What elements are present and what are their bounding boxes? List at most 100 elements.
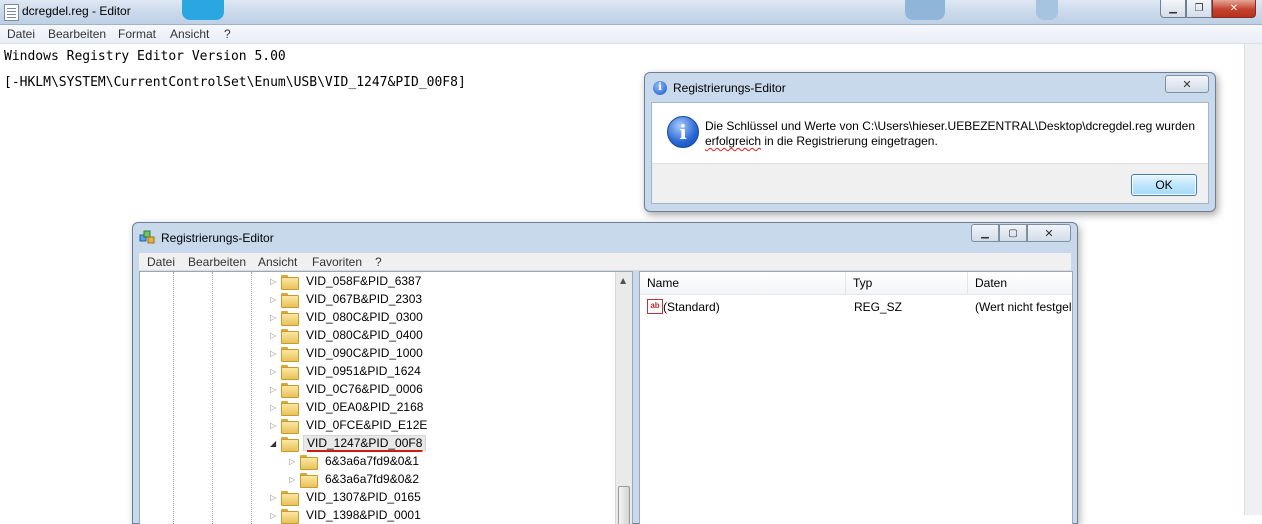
collapsed-arrow-icon[interactable]: ▷: [270, 421, 278, 430]
folder-icon: [281, 509, 299, 524]
collapsed-arrow-icon[interactable]: ▷: [270, 349, 278, 358]
tree-node-label: VID_0EA0&PID_2168: [306, 400, 424, 414]
maximize-icon: ▢: [1008, 227, 1018, 239]
collapsed-arrow-icon[interactable]: ▷: [270, 313, 278, 322]
close-button[interactable]: ✕: [1212, 0, 1256, 18]
menu-ansicht[interactable]: Ansicht: [170, 27, 209, 41]
tree-node-label: VID_090C&PID_1000: [306, 346, 423, 360]
tree-node-label: 6&3a6a7fd9&0&1: [325, 454, 420, 468]
dialog-body: i Die Schlüssel und Werte von C:\Users\h…: [651, 102, 1209, 204]
background-app-icon: [1036, 0, 1058, 20]
scrollbar-thumb[interactable]: [618, 486, 630, 524]
tree-node-label: VID_1307&PID_0165: [306, 490, 421, 504]
information-icon: i: [667, 116, 699, 148]
tree-node-label: VID_1247&PID_00F8: [303, 435, 427, 451]
collapsed-arrow-icon[interactable]: ▷: [270, 331, 278, 340]
minimize-button[interactable]: ▁: [971, 224, 999, 242]
folder-icon: [281, 365, 299, 380]
folder-icon: [300, 455, 318, 470]
collapsed-arrow-icon[interactable]: ▷: [270, 277, 278, 286]
notepad-text-area[interactable]: Windows Registry Editor Version 5.00 [-HK…: [4, 44, 466, 96]
menu-ansicht[interactable]: Ansicht: [258, 255, 297, 269]
maximize-button[interactable]: ▢: [999, 224, 1027, 242]
notepad-title: dcregdel.reg - Editor: [22, 4, 131, 18]
tree-node-label: VID_0951&PID_1624: [306, 364, 421, 378]
collapsed-arrow-icon[interactable]: ▷: [270, 385, 278, 394]
text-line: [-HKLM\SYSTEM\CurrentControlSet\Enum\USB…: [4, 75, 466, 90]
close-icon: ✕: [1229, 3, 1239, 14]
maximize-button[interactable]: ❐: [1186, 0, 1212, 18]
regedit-app-icon: [139, 230, 155, 244]
minimize-button[interactable]: ▁: [1160, 0, 1186, 18]
regedit-menubar: Datei Bearbeiten Ansicht Favoriten ?: [139, 253, 1071, 271]
info-icon: i: [653, 81, 667, 95]
collapsed-arrow-icon[interactable]: ▷: [289, 457, 297, 466]
registry-tree: ▷ VID_058F&PID_6387 ▷ VID_067B&PID_2303 ▷ VID…: [139, 271, 633, 524]
tree-guide-line: [173, 272, 174, 524]
regedit-title: Registrierungs-Editor: [161, 231, 274, 245]
notepad-menubar: Datei Bearbeiten Format Ansicht ?: [0, 25, 1262, 44]
expanded-arrow-icon[interactable]: ◢: [270, 439, 278, 448]
menu-datei[interactable]: Datei: [147, 255, 175, 269]
close-button[interactable]: ✕: [1027, 224, 1071, 242]
collapsed-arrow-icon[interactable]: ▷: [270, 295, 278, 304]
tree-guide-line: [212, 272, 213, 524]
tree-node-label: VID_067B&PID_2303: [306, 292, 423, 306]
tree-node-label: VID_1398&PID_0001: [306, 508, 421, 522]
folder-icon: [281, 437, 299, 452]
folder-icon: [281, 491, 299, 506]
dialog-message-area: i Die Schlüssel und Werte von C:\Users\h…: [652, 103, 1208, 164]
collapsed-arrow-icon[interactable]: ▷: [270, 403, 278, 412]
ok-button[interactable]: OK: [1131, 174, 1197, 196]
regedit-caption-buttons: ▁ ▢ ✕: [971, 224, 1071, 242]
folder-icon: [281, 347, 299, 362]
tree-scrollbar[interactable]: ▲: [615, 272, 632, 524]
tree-node-label: VID_0C76&PID_0006: [306, 382, 423, 396]
menu-bearbeiten[interactable]: Bearbeiten: [188, 255, 246, 269]
column-header-type[interactable]: Typ: [846, 272, 968, 295]
dialog-close-button[interactable]: ✕: [1165, 75, 1209, 93]
message-misspelled-word: erfolgreich: [705, 134, 762, 148]
tree-node-label: VID_058F&PID_6387: [306, 274, 422, 288]
background-app-icon: [905, 0, 945, 20]
menu-bearbeiten[interactable]: Bearbeiten: [48, 27, 106, 41]
column-header-name[interactable]: Name: [640, 272, 846, 295]
value-data: (Wert nicht festgelegt): [975, 300, 1072, 314]
dialog-title: Registrierungs-Editor: [673, 81, 786, 95]
menu-help[interactable]: ?: [224, 27, 231, 41]
menu-format[interactable]: Format: [118, 27, 156, 41]
notepad-scrollbar[interactable]: [1244, 44, 1262, 515]
column-header-data[interactable]: Daten: [968, 272, 1072, 295]
folder-icon: [281, 383, 299, 398]
folder-icon: [281, 329, 299, 344]
collapsed-arrow-icon[interactable]: ▷: [270, 493, 278, 502]
value-name[interactable]: (Standard): [663, 300, 720, 314]
scroll-up-icon[interactable]: ▲: [620, 276, 626, 285]
close-icon: ✕: [1182, 77, 1192, 91]
tree-node-label: VID_080C&PID_0400: [306, 328, 423, 342]
maximize-icon: ❐: [1194, 3, 1204, 14]
tree-guide-line: [251, 272, 252, 524]
string-value-icon: ab: [647, 299, 663, 314]
collapsed-arrow-icon[interactable]: ▷: [270, 367, 278, 376]
folder-icon: [281, 401, 299, 416]
tree-node-label: VID_0FCE&PID_E12E: [306, 418, 428, 432]
background-app-icon: [182, 0, 224, 20]
minimize-icon: ▁: [981, 227, 989, 239]
regedit-window: Registrierungs-Editor ▁ ▢ ✕ Datei Bearbe…: [132, 222, 1078, 524]
tree-node-label: 6&3a6a7fd9&0&2: [325, 472, 420, 486]
folder-icon: [281, 275, 299, 290]
collapsed-arrow-icon[interactable]: ▷: [289, 475, 297, 484]
menu-favoriten[interactable]: Favoriten: [312, 255, 362, 269]
tree-node-label: VID_080C&PID_0300: [306, 310, 423, 324]
menu-datei[interactable]: Datei: [7, 27, 35, 41]
registry-values-list: Name Typ Daten ab (Standard) REG_SZ (Wer…: [639, 271, 1073, 524]
message-text: in die Registrierung eingetragen.: [761, 134, 938, 148]
dialog-message: Die Schlüssel und Werte von C:\Users\hie…: [705, 119, 1200, 149]
folder-icon: [300, 473, 318, 488]
menu-help[interactable]: ?: [375, 255, 382, 269]
minimize-icon: ▁: [1169, 3, 1177, 14]
folder-icon: [281, 419, 299, 434]
text-line: Windows Registry Editor Version 5.00: [4, 49, 286, 64]
collapsed-arrow-icon[interactable]: ▷: [270, 511, 278, 520]
